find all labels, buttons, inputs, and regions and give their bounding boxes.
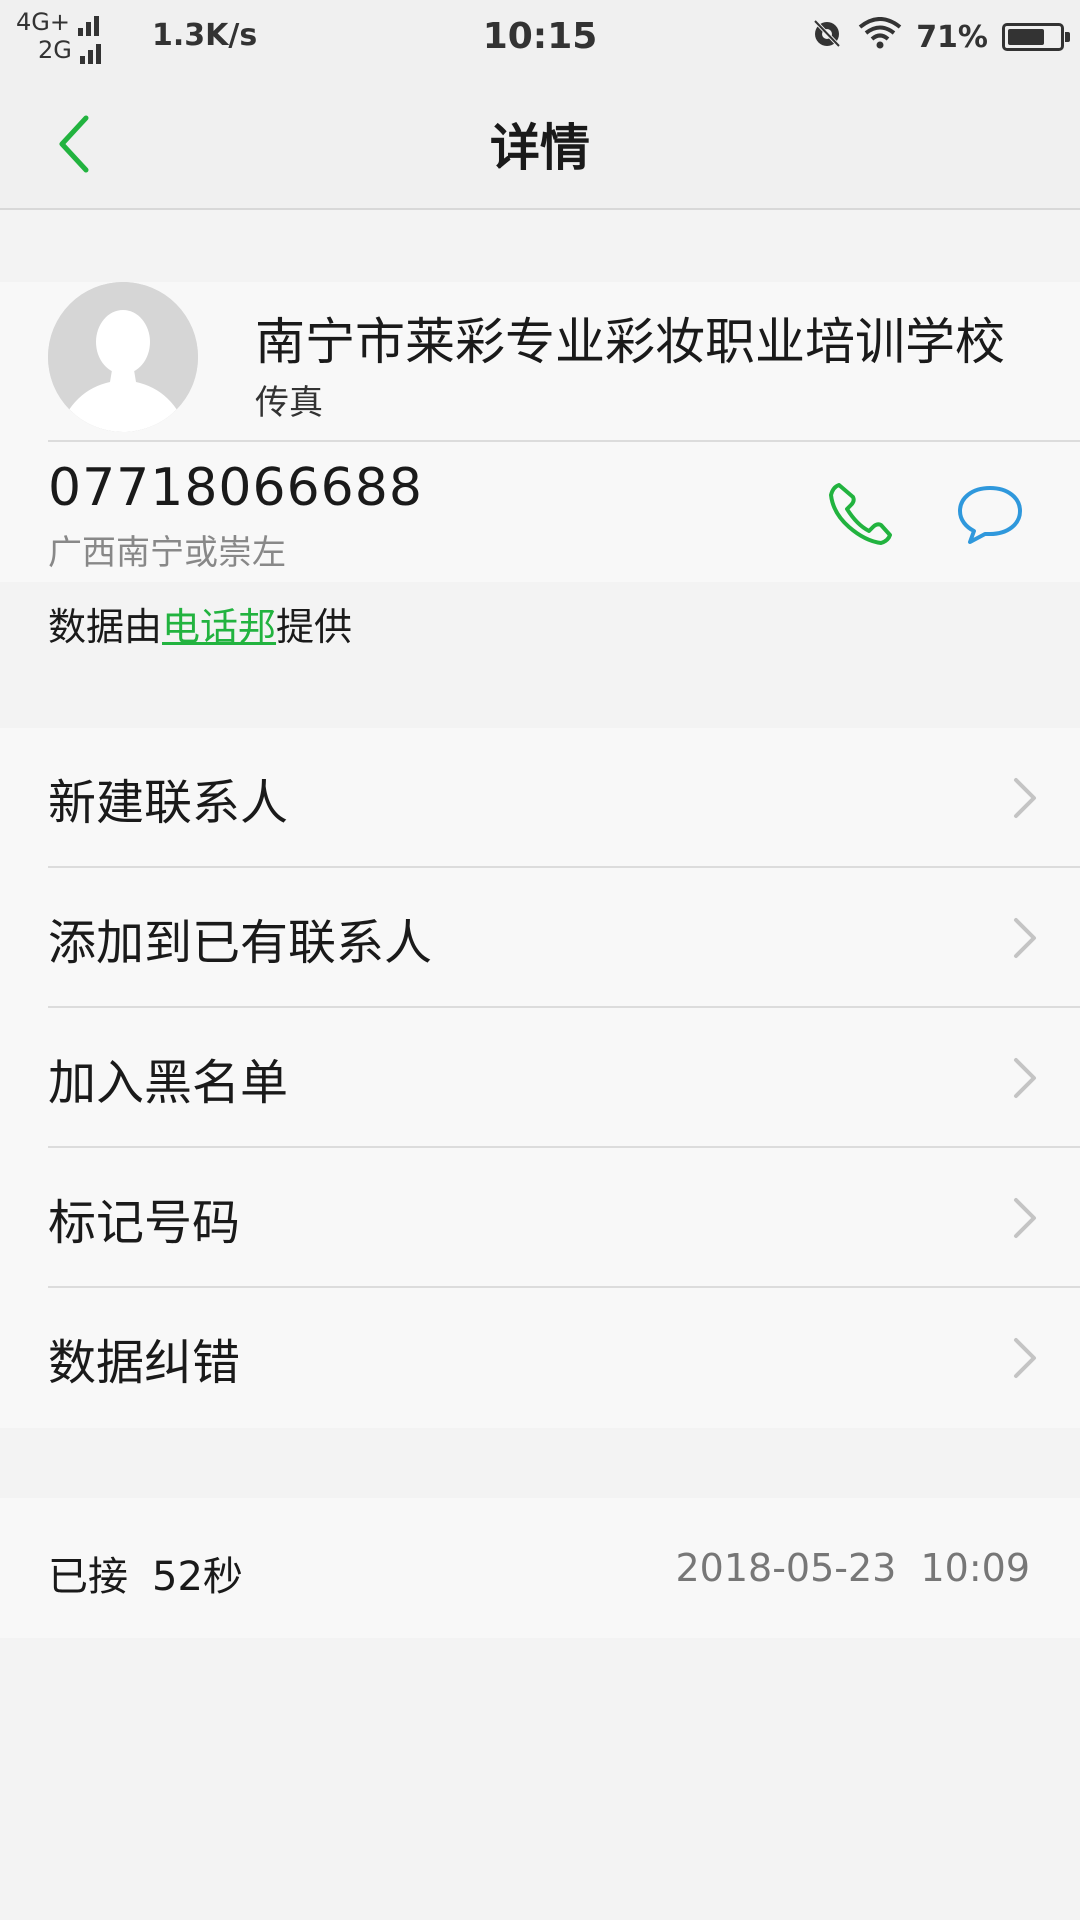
wifi-icon <box>858 17 902 57</box>
menu-item-mark-number[interactable]: 标记号码 <box>0 1148 1080 1288</box>
chevron-right-icon <box>1014 778 1036 818</box>
status-icons: 71% <box>810 16 1070 58</box>
menu-item-label: 加入黑名单 <box>48 1055 289 1111</box>
contact-name: 南宁市莱彩专业彩妆职业培训学校 <box>255 313 1005 371</box>
menu-item-new-contact[interactable]: 新建联系人 <box>0 728 1080 868</box>
app-header: 详情 <box>0 80 1080 210</box>
contact-card: 南宁市莱彩专业彩妆职业培训学校 传真 07718066688 广西南宁或崇左 <box>0 282 1080 582</box>
chevron-right-icon <box>1014 1058 1036 1098</box>
number-location: 广西南宁或崇左 <box>48 533 286 573</box>
data-source-note: 数据由电话邦提供 <box>48 596 352 651</box>
phone-number[interactable]: 07718066688 <box>48 458 423 518</box>
menu-item-correct-data[interactable]: 数据纠错 <box>0 1288 1080 1428</box>
call-duration: 52秒 <box>152 1554 243 1600</box>
chevron-right-icon <box>1014 1198 1036 1238</box>
source-prefix: 数据由 <box>48 605 163 649</box>
chevron-right-icon <box>1014 1338 1036 1378</box>
message-button[interactable] <box>950 474 1030 554</box>
menu-item-label: 添加到已有联系人 <box>48 915 433 971</box>
battery-percent: 71% <box>916 19 988 55</box>
alarm-off-icon <box>810 16 844 58</box>
call-button[interactable] <box>820 474 900 554</box>
menu-item-blacklist[interactable]: 加入黑名单 <box>0 1008 1080 1148</box>
chevron-right-icon <box>1014 918 1036 958</box>
avatar <box>48 282 198 432</box>
menu-item-label: 新建联系人 <box>48 775 289 831</box>
number-type: 传真 <box>255 383 323 423</box>
source-suffix: 提供 <box>276 605 353 649</box>
source-link[interactable]: 电话邦 <box>162 605 276 649</box>
menu-item-label: 数据纠错 <box>48 1335 241 1391</box>
action-menu: 新建联系人 添加到已有联系人 加入黑名单 标记号码 数据纠错 <box>0 728 1080 1428</box>
battery-icon <box>1002 23 1070 51</box>
menu-item-label: 标记号码 <box>48 1195 241 1251</box>
message-icon <box>958 486 1022 544</box>
person-icon <box>48 282 198 432</box>
call-datetime: 2018-05-23 10:09 <box>675 1546 1030 1590</box>
call-log-entry: 已接 52秒 2018-05-23 10:09 <box>0 1498 1080 1638</box>
page-title: 详情 <box>490 119 590 177</box>
call-status: 已接 <box>48 1554 128 1600</box>
menu-item-add-to-existing[interactable]: 添加到已有联系人 <box>0 868 1080 1008</box>
status-bar: 4G+ 2G 1.3K/s 10:15 71% <box>0 0 1080 80</box>
divider <box>48 440 1080 442</box>
phone-icon <box>829 483 892 545</box>
